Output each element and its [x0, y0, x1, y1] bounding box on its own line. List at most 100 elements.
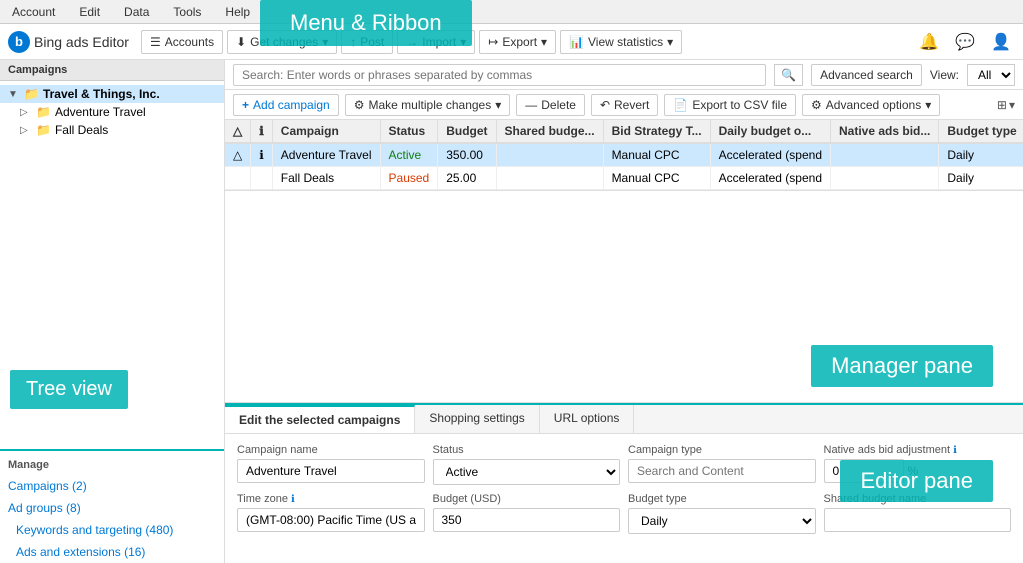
status-group: Status Active: [433, 444, 621, 485]
shared-budget-input[interactable]: [824, 508, 1012, 532]
native-bid-info-icon[interactable]: ℹ: [953, 445, 957, 456]
export-icon: ↦: [488, 35, 498, 49]
make-multiple-label: Make multiple changes: [369, 98, 492, 112]
advanced-options-button[interactable]: ⚙ Advanced options ▾: [802, 94, 940, 116]
export-csv-button[interactable]: 📄 Export to CSV file: [664, 94, 796, 116]
brand: b Bing ads Editor: [8, 31, 129, 53]
menu-tools[interactable]: Tools: [169, 3, 205, 21]
tab-url-options[interactable]: URL options: [540, 405, 635, 433]
export-button[interactable]: ↦ Export ▾: [479, 30, 556, 54]
native-bid-unit: %: [908, 464, 919, 478]
menu-data[interactable]: Data: [120, 3, 153, 21]
cell-daily-1: Accelerated (spend: [710, 143, 830, 167]
delete-icon: —: [525, 98, 537, 112]
post-button[interactable]: ↑ Post: [341, 30, 393, 54]
view-select[interactable]: All: [967, 64, 1015, 86]
tree-item-root[interactable]: ▼ 📁 Travel & Things, Inc.: [0, 85, 224, 103]
col-shared-budget[interactable]: Shared budge...: [496, 120, 603, 143]
col-budget[interactable]: Budget: [438, 120, 496, 143]
menu-help[interactable]: Help: [221, 3, 254, 21]
col-budget-type[interactable]: Budget type: [939, 120, 1023, 143]
manage-campaigns[interactable]: Campaigns (2): [0, 475, 224, 497]
menu-edit[interactable]: Edit: [75, 3, 104, 21]
make-multiple-icon: ⚙: [354, 98, 365, 112]
import-icon: →: [406, 35, 418, 49]
import-label: Import: [422, 35, 456, 49]
budget-type-group: Budget type Daily: [628, 493, 816, 534]
menu-account[interactable]: Account: [8, 3, 59, 21]
campaign-name-input[interactable]: [237, 459, 425, 483]
cell-campaign-2: Fall Deals: [272, 167, 380, 190]
status-select[interactable]: Active: [433, 459, 621, 485]
cell-budgettype-1: Daily: [939, 143, 1023, 167]
campaign-type-group: Campaign type: [628, 444, 816, 485]
folder-icon-1: 📁: [36, 105, 51, 119]
search-button[interactable]: 🔍: [774, 64, 803, 86]
content-area: Campaigns ▼ 📁 Travel & Things, Inc. ▷ 📁 …: [0, 60, 1023, 563]
delete-button[interactable]: — Delete: [516, 94, 585, 116]
get-changes-button[interactable]: ⬇ Get changes ▾: [227, 30, 337, 54]
accounts-button[interactable]: ☰ Accounts: [141, 30, 223, 54]
post-label: Post: [360, 35, 384, 49]
view-statistics-button[interactable]: 📊 View statistics ▾: [560, 30, 682, 54]
account-icon[interactable]: 👤: [987, 28, 1015, 56]
budget-label: Budget (USD): [433, 493, 621, 505]
chat-icon[interactable]: 💬: [951, 28, 979, 56]
make-multiple-button[interactable]: ⚙ Make multiple changes ▾: [345, 94, 511, 116]
cell-native-1: [831, 143, 939, 167]
budget-input[interactable]: [433, 508, 621, 532]
tab-edit-campaigns[interactable]: Edit the selected campaigns: [225, 405, 415, 433]
search-input[interactable]: [233, 64, 766, 86]
accounts-icon: ☰: [150, 35, 161, 49]
col-native-ads[interactable]: Native ads bid...: [831, 120, 939, 143]
tree-item-adventure-label: Adventure Travel: [55, 105, 146, 119]
cell-daily-2: Accelerated (spend: [710, 167, 830, 190]
notification-icon[interactable]: 🔔: [915, 28, 943, 56]
tree-item-falldeals[interactable]: ▷ 📁 Fall Deals: [0, 121, 224, 139]
col-daily-budget[interactable]: Daily budget o...: [710, 120, 830, 143]
bing-logo: b: [8, 31, 30, 53]
cell-shared-2: [496, 167, 603, 190]
revert-button[interactable]: ↶ Revert: [591, 94, 658, 116]
folder-icon-2: 📁: [36, 123, 51, 137]
campaigns-header: Campaigns: [0, 60, 224, 81]
budget-type-select[interactable]: Daily: [628, 508, 816, 534]
native-bid-group: Native ads bid adjustment ℹ %: [824, 444, 1012, 485]
timezone-info-icon[interactable]: ℹ: [291, 494, 295, 505]
timezone-input[interactable]: [237, 508, 425, 532]
table-row[interactable]: △ ℹ Adventure Travel Active 350.00 Manua…: [225, 143, 1023, 167]
editor-tabs: Edit the selected campaigns Shopping set…: [225, 405, 1023, 434]
columns-button[interactable]: ⊞ ▾: [997, 98, 1015, 112]
manage-keywords[interactable]: Keywords and targeting (480): [0, 519, 224, 541]
campaign-type-input[interactable]: [628, 459, 816, 483]
cell-budget-2: 25.00: [438, 167, 496, 190]
post-icon: ↑: [350, 35, 356, 49]
sidebar: Campaigns ▼ 📁 Travel & Things, Inc. ▷ 📁 …: [0, 60, 225, 563]
manage-header: Manage: [0, 455, 224, 475]
manage-ads[interactable]: Ads and extensions (16): [0, 541, 224, 563]
timezone-label: Time zone ℹ: [237, 493, 425, 505]
table-row[interactable]: Fall Deals Paused 25.00 Manual CPC Accel…: [225, 167, 1023, 190]
col-campaign[interactable]: Campaign: [272, 120, 380, 143]
col-info[interactable]: ℹ: [251, 120, 273, 143]
col-warning[interactable]: △: [225, 120, 251, 143]
delete-label: Delete: [541, 98, 576, 112]
editor-pane: Edit the selected campaigns Shopping set…: [225, 403, 1023, 563]
export-csv-icon: 📄: [673, 98, 688, 112]
tab-shopping[interactable]: Shopping settings: [415, 405, 539, 433]
add-campaign-button[interactable]: + Add campaign: [233, 94, 339, 116]
native-bid-input[interactable]: [824, 459, 904, 483]
tree-item-adventure[interactable]: ▷ 📁 Adventure Travel: [0, 103, 224, 121]
col-bid-strategy[interactable]: Bid Strategy T...: [603, 120, 710, 143]
import-chevron: ▾: [460, 35, 466, 49]
tree-item-falldeals-label: Fall Deals: [55, 123, 108, 137]
advanced-search-button[interactable]: Advanced search: [811, 64, 922, 86]
manage-adgroups[interactable]: Ad groups (8): [0, 497, 224, 519]
action-bar: + Add campaign ⚙ Make multiple changes ▾…: [225, 90, 1023, 120]
import-button[interactable]: → Import ▾: [397, 30, 475, 54]
cell-shared-1: [496, 143, 603, 167]
col-status[interactable]: Status: [380, 120, 438, 143]
advanced-options-chevron: ▾: [925, 98, 931, 112]
expand-icon-2: ▷: [20, 125, 32, 136]
cell-status-1: Active: [380, 143, 438, 167]
